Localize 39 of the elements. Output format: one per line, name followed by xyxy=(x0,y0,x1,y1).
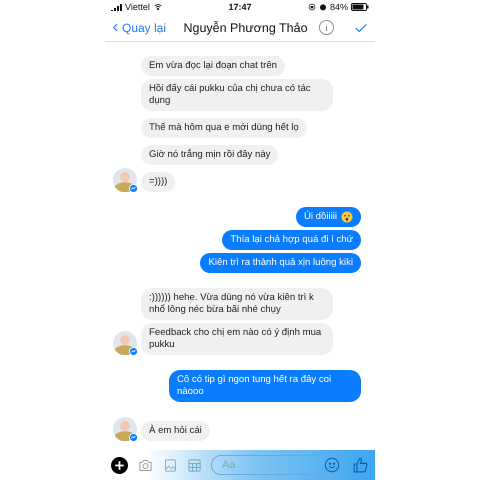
photo-button[interactable] xyxy=(163,458,178,472)
camera-button[interactable] xyxy=(137,458,154,472)
lock-rotation-icon xyxy=(308,3,316,11)
info-icon xyxy=(318,19,335,36)
smiley-icon[interactable] xyxy=(324,457,340,473)
battery-icon xyxy=(351,3,369,11)
signal-icon xyxy=(111,4,122,10)
carrier-name: Viettel xyxy=(125,2,150,12)
camera-icon xyxy=(137,458,154,472)
message-bubble: :)))))) hehe. Vừa dùng nó vừa kiên trì k nhổ lông néc bừa bãi nhé chụy xyxy=(141,288,333,320)
wifi-icon xyxy=(152,3,163,11)
status-time: 17:47 xyxy=(228,2,252,12)
chevron-left-icon xyxy=(111,21,120,34)
messenger-badge-icon xyxy=(129,184,138,193)
contact-name: Nguyễn Phương Thảo xyxy=(182,20,309,34)
message-bubble: =)))) xyxy=(141,172,176,192)
plus-button[interactable] xyxy=(111,456,128,474)
like-button[interactable] xyxy=(352,456,369,474)
message-bubble: Feedback cho chị em nào có ý định mua pukku xyxy=(141,323,333,355)
messenger-badge-icon xyxy=(129,433,138,442)
message-bubble: Em vừa đọc lại đoạn chat trên xyxy=(141,56,286,76)
surprised-emoji-icon xyxy=(341,211,353,223)
message-bubble: Thế mà hôm qua e mới dùng hết lọ xyxy=(141,118,307,138)
back-link[interactable]: Quay lại xyxy=(111,20,173,34)
message-bubble: Giờ nó trắng mịn rồi đây này xyxy=(141,145,278,165)
message-bubble: Thía lại chả hợp quá đi í chứ xyxy=(222,230,361,250)
message-bubble: Kiên trì ra thành quả xịn luông kiki xyxy=(200,253,361,273)
thumbs-up-icon xyxy=(352,456,369,474)
message-bubble: Úi dồiiiii xyxy=(296,207,361,227)
message-bubble: Cô có tip gì ngon tung hết ra đây coi nàooo xyxy=(169,370,361,402)
grid-button[interactable] xyxy=(187,458,202,472)
message-field[interactable]: Aa xyxy=(211,455,343,475)
messenger-badge-icon xyxy=(129,347,138,356)
message-bubble: À em hỏi cái xyxy=(141,421,210,441)
image-icon xyxy=(163,458,178,472)
battery-percent: 84% xyxy=(330,2,348,12)
grid-icon xyxy=(187,458,202,472)
message-bubble: Hồi đấy cái pukku của chị chưa có tác dụng xyxy=(141,79,333,111)
info-button[interactable] xyxy=(318,19,335,36)
